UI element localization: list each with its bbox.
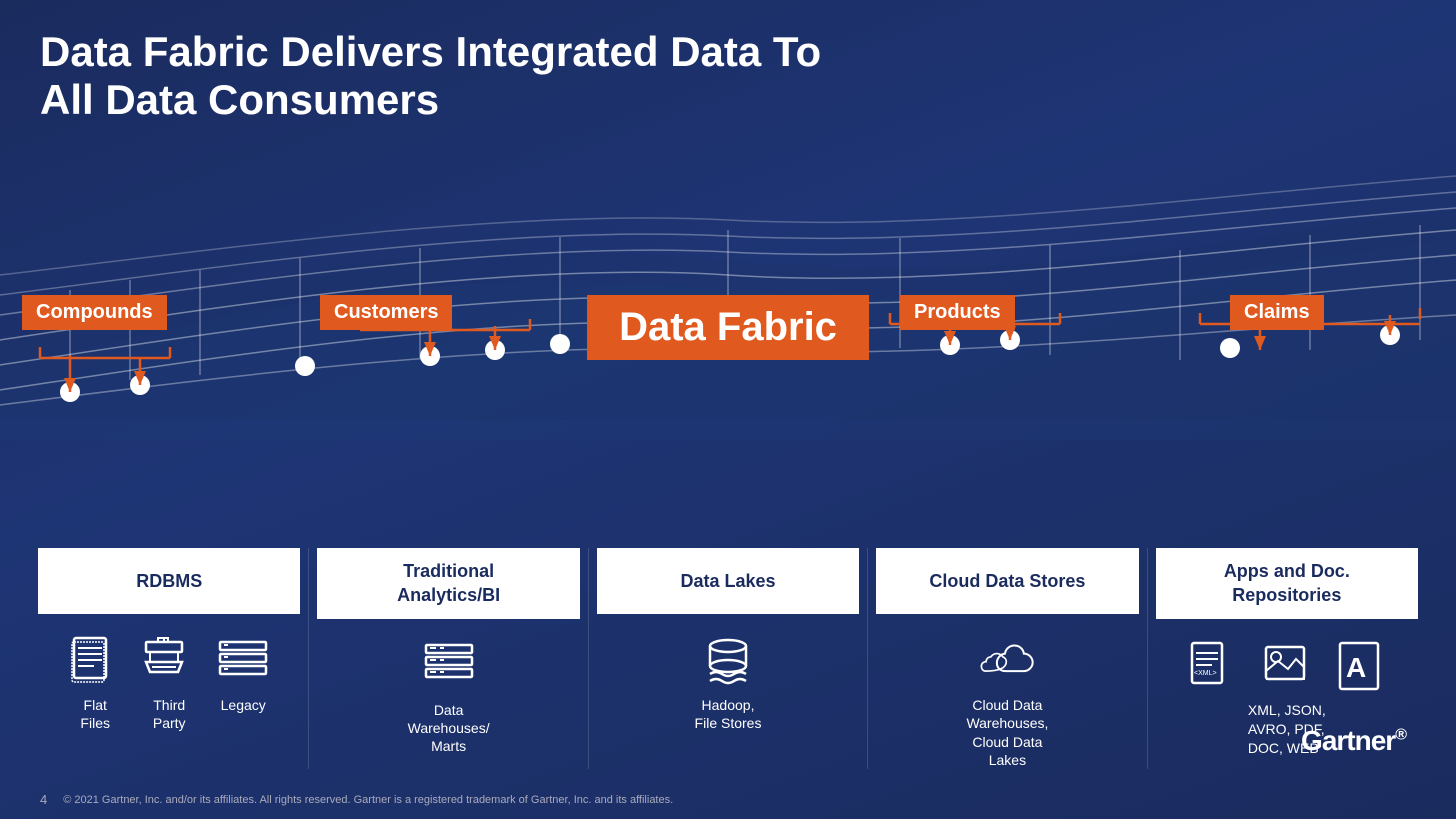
col-icons-apps-docs: <XML> A [1186, 639, 1388, 693]
icon-hadoop: Hadoop,File Stores [695, 634, 762, 732]
page-number: 4 [40, 792, 47, 807]
gartner-logo-area: Gartner® [1301, 725, 1406, 757]
data-warehouses-label: DataWarehouses/Marts [408, 701, 490, 756]
hadoop-label: Hadoop,File Stores [695, 696, 762, 732]
legacy-label: Legacy [221, 696, 266, 714]
col-header-rdbms: RDBMS [38, 548, 300, 614]
svg-text:A: A [1346, 652, 1366, 683]
badge-claims: Claims [1230, 295, 1324, 330]
column-analytics: TraditionalAnalytics/BI Da [308, 548, 587, 769]
icon-legacy: Legacy [216, 634, 270, 714]
bottom-section: RDBMS FlatFiles [30, 548, 1426, 769]
text-doc-icon: A [1334, 639, 1388, 693]
footer-left: 4 © 2021 Gartner, Inc. and/or its affili… [40, 792, 673, 807]
icon-text-doc: A [1334, 639, 1388, 693]
col-header-cloud-stores: Cloud Data Stores [876, 548, 1138, 614]
icon-xml-doc: <XML> [1186, 639, 1240, 693]
slide: Data Fabric Delivers Integrated Data To … [0, 0, 1456, 819]
xml-doc-icon: <XML> [1186, 639, 1240, 693]
image-doc-icon [1260, 639, 1314, 693]
svg-text:<XML>: <XML> [1194, 670, 1217, 677]
gartner-logo: Gartner® [1301, 725, 1406, 757]
col-header-apps-docs: Apps and Doc.Repositories [1156, 548, 1418, 619]
fabric-svg [0, 140, 1456, 440]
slide-title: Data Fabric Delivers Integrated Data To … [40, 28, 860, 125]
icon-data-warehouses: DataWarehouses/Marts [408, 639, 490, 756]
legacy-icon [216, 634, 270, 688]
fabric-center-label: Data Fabric [587, 295, 869, 360]
col-icons-rdbms: FlatFiles ThirdParty [68, 634, 270, 732]
column-data-lakes: Data Lakes Hadoop,File Stores [588, 548, 867, 769]
data-warehouses-icon [422, 639, 476, 693]
column-rdbms: RDBMS FlatFiles [30, 548, 308, 769]
badge-compounds: Compounds [22, 295, 167, 330]
badge-customers: Customers [320, 295, 452, 330]
flat-files-label: FlatFiles [80, 696, 110, 732]
cloud-data-icon [980, 634, 1034, 688]
hadoop-icon [701, 634, 755, 688]
icon-third-party: ThirdParty [142, 634, 196, 732]
col-header-analytics: TraditionalAnalytics/BI [317, 548, 579, 619]
column-cloud-stores: Cloud Data Stores Cloud DataWarehouses,C… [867, 548, 1146, 769]
icon-cloud-data: Cloud DataWarehouses,Cloud DataLakes [966, 634, 1048, 769]
copyright-text: © 2021 Gartner, Inc. and/or its affiliat… [63, 794, 673, 806]
col-icons-cloud-stores: Cloud DataWarehouses,Cloud DataLakes [966, 634, 1048, 769]
icon-flat-files: FlatFiles [68, 634, 122, 732]
flat-files-icon [68, 634, 122, 688]
fabric-area: Compounds Customers Products Claims Data… [0, 140, 1456, 440]
third-party-icon [142, 634, 196, 688]
col-icons-data-lakes: Hadoop,File Stores [695, 634, 762, 732]
third-party-label: ThirdParty [153, 696, 186, 732]
icon-image-doc [1260, 639, 1314, 693]
footer: 4 © 2021 Gartner, Inc. and/or its affili… [40, 792, 1416, 807]
col-header-data-lakes: Data Lakes [597, 548, 859, 614]
cloud-data-label: Cloud DataWarehouses,Cloud DataLakes [966, 696, 1048, 769]
col-icons-analytics: DataWarehouses/Marts [408, 639, 490, 756]
badge-products: Products [900, 295, 1015, 330]
